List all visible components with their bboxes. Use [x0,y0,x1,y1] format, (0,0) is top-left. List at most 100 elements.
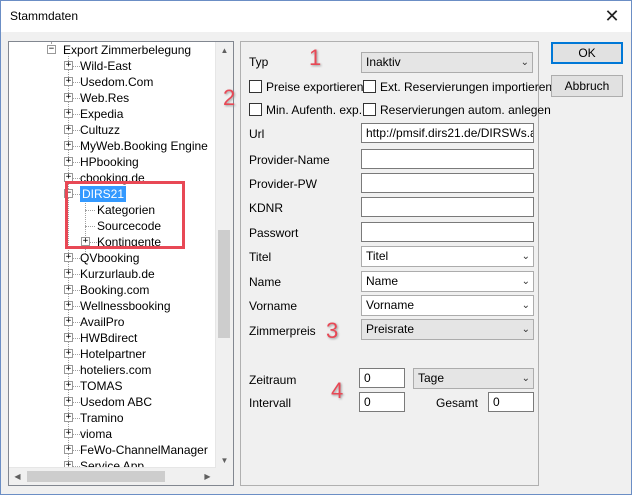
url-label: Url [249,127,265,141]
zimmerpreis-value: Preisrate [366,322,415,336]
tree-item-label: QVbooking [80,251,140,265]
expand-icon[interactable]: + [64,429,73,438]
expand-icon[interactable]: + [64,397,73,406]
tree-item-label: FeWo-ChannelManager [80,443,208,457]
close-icon[interactable]: ✕ [601,4,623,28]
settings-panel: Typ Inaktiv ⌄ Preise exportieren Ext. Re… [240,41,552,486]
tree-connector [73,402,80,403]
tree-item-label: Kurzurlaub.de [80,267,155,281]
tree-connector [73,418,80,419]
tree-connector [73,130,80,131]
tree-item-label: Wellnessbooking [80,299,171,313]
vorname-value: Vorname [366,298,415,312]
provider-pw-label: Provider-PW [249,177,318,191]
chevron-down-icon: ⌄ [521,373,530,384]
name-value: Name [366,274,399,288]
scroll-right-icon[interactable]: ▶ [199,468,216,485]
chevron-down-icon: ⌄ [521,300,530,311]
expand-icon[interactable]: + [64,445,73,454]
zeitraum-field[interactable]: 0 [359,368,405,388]
kdnr-field[interactable] [361,197,534,217]
provider-pw-field[interactable] [361,173,534,193]
expand-icon[interactable]: + [64,333,73,342]
name-select[interactable]: Name ⌄ [361,271,534,292]
expand-icon[interactable]: + [64,77,73,86]
titel-select[interactable]: Titel ⌄ [361,246,534,267]
tree-connector [73,146,80,147]
expand-icon[interactable]: + [64,157,73,166]
reservierungen-autom-label: Reservierungen autom. anlegen [380,103,551,117]
gesamt-field[interactable]: 0 [488,392,534,412]
ok-button[interactable]: OK [551,42,623,64]
tree-connector [73,322,80,323]
vorname-label: Vorname [249,299,298,313]
zimmerpreis-select[interactable]: Preisrate ⌄ [361,319,534,340]
typ-select[interactable]: Inaktiv ⌄ [361,52,533,73]
expand-icon[interactable]: + [64,349,73,358]
tree-connector [73,290,80,291]
expand-icon[interactable]: + [64,285,73,294]
abbruch-button[interactable]: Abbruch [551,75,623,97]
expand-icon[interactable]: + [64,413,73,422]
min-aufenth-checkbox[interactable] [249,103,262,116]
scroll-thumb[interactable] [218,230,230,338]
kdnr-label: KDNR [249,201,284,215]
tree-connector [73,178,80,179]
tree-item-label: Usedom ABC [80,395,153,409]
ext-reservierungen-checkbox[interactable] [363,80,376,93]
tree-item-label: vioma [80,427,113,441]
scroll-thumb-horizontal[interactable] [27,471,165,482]
annotation-2: 2 [223,85,236,110]
min-aufenth-label: Min. Aufenth. exp. [266,103,363,117]
tree-item-label: Expedia [80,107,124,121]
intervall-field[interactable]: 0 [359,392,405,412]
name-label: Name [249,275,282,289]
tree-item-label: hoteliers.com [80,363,152,377]
expand-icon[interactable]: + [64,253,73,262]
vorname-select[interactable]: Vorname ⌄ [361,295,534,316]
horizontal-scrollbar[interactable]: ◀ ▶ [9,467,216,485]
zeitraum-unit-value: Tage [418,371,445,385]
zeitraum-label: Zeitraum [249,373,297,387]
expand-icon[interactable]: + [64,61,73,70]
tree-item-label: HPbooking [80,155,139,169]
tree-connector [73,274,80,275]
tree-item-label: Cultuzz [80,123,121,137]
typ-value: Inaktiv [366,55,401,69]
window-title: Stammdaten [10,9,79,23]
tree-connector [73,386,80,387]
expand-icon[interactable]: + [64,109,73,118]
expand-icon[interactable]: + [64,381,73,390]
expand-icon[interactable]: + [64,141,73,150]
reservierungen-autom-checkbox[interactable] [363,103,376,116]
tree-item-label: HWBdirect [80,331,138,345]
scroll-up-icon[interactable]: ▲ [216,42,233,59]
url-field[interactable]: http://pmsif.dirs21.de/DIRSWs.asmx [361,123,534,143]
scroll-down-icon[interactable]: ▼ [216,452,233,469]
expand-icon[interactable]: + [64,269,73,278]
provider-name-field[interactable] [361,149,534,169]
expand-icon[interactable]: + [64,317,73,326]
zeitraum-unit-select[interactable]: Tage ⌄ [413,368,534,389]
chevron-down-icon: ⌄ [520,57,529,68]
chevron-down-icon: ⌄ [521,324,530,335]
title-bar: Stammdaten ✕ [1,1,631,32]
expand-icon[interactable]: + [64,125,73,134]
tree-item-label: Booking.com [80,283,150,297]
expand-icon[interactable]: + [64,365,73,374]
collapse-icon[interactable]: − [47,45,56,54]
expand-icon[interactable]: + [64,301,73,310]
tree-item-label: Web.Res [80,91,130,105]
scroll-left-icon[interactable]: ◀ [9,468,26,485]
ext-reservierungen-label: Ext. Reservierungen importieren [380,80,553,94]
annotation-4: 4 [331,378,344,403]
stammdaten-dialog: Stammdaten ✕ − Export Zimmerbelegung + Wi… [0,0,632,495]
preise-exportieren-checkbox[interactable] [249,80,262,93]
typ-label: Typ [249,55,269,69]
tree-item-label: Tramino [80,411,124,425]
tree-view[interactable]: − Export Zimmerbelegung + Wild-East + Usedo… [8,41,234,486]
expand-icon[interactable]: + [64,93,73,102]
gesamt-label: Gesamt [436,396,479,410]
passwort-field[interactable] [361,222,534,242]
tree-item-label: Usedom.Com [80,75,154,89]
